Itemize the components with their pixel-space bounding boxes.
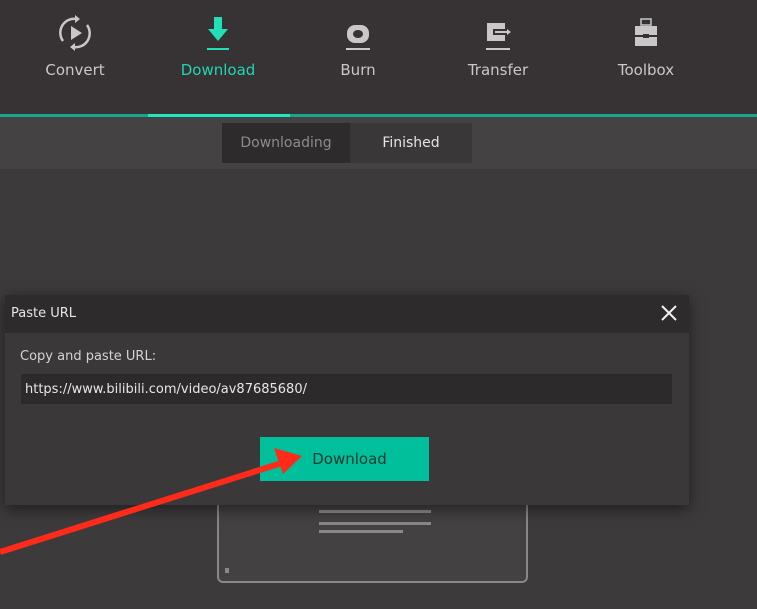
nav-label: Burn: [340, 61, 376, 79]
dialog-title: Paste URL: [11, 306, 77, 321]
download-button[interactable]: Download: [260, 437, 429, 481]
subtab-group: Downloading Finished: [222, 123, 472, 163]
paste-url-dialog: Paste URL Copy and paste URL: Download: [5, 295, 689, 505]
url-prompt-label: Copy and paste URL:: [20, 349, 157, 364]
url-input[interactable]: [21, 374, 672, 404]
convert-icon: [5, 10, 145, 55]
dialog-header: Paste URL: [5, 295, 689, 333]
nav-label: Toolbox: [617, 61, 675, 79]
nav-label: Download: [180, 61, 256, 79]
nav-download[interactable]: Download: [148, 10, 288, 79]
download-icon: [148, 10, 288, 55]
nav-convert[interactable]: Convert: [5, 10, 145, 79]
tab-finished[interactable]: Finished: [350, 123, 472, 163]
toolbox-icon: [576, 10, 716, 55]
transfer-icon: [428, 10, 568, 55]
top-nav: Convert Download Burn Transfer Toolbox: [0, 0, 757, 114]
nav-label: Convert: [45, 61, 105, 79]
nav-burn[interactable]: Burn: [288, 10, 428, 79]
disc-icon: [288, 10, 428, 55]
nav-label: Transfer: [467, 61, 529, 79]
nav-toolbox[interactable]: Toolbox: [576, 10, 716, 79]
nav-transfer[interactable]: Transfer: [428, 10, 568, 79]
tab-downloading[interactable]: Downloading: [222, 123, 350, 163]
close-icon[interactable]: [659, 303, 679, 323]
